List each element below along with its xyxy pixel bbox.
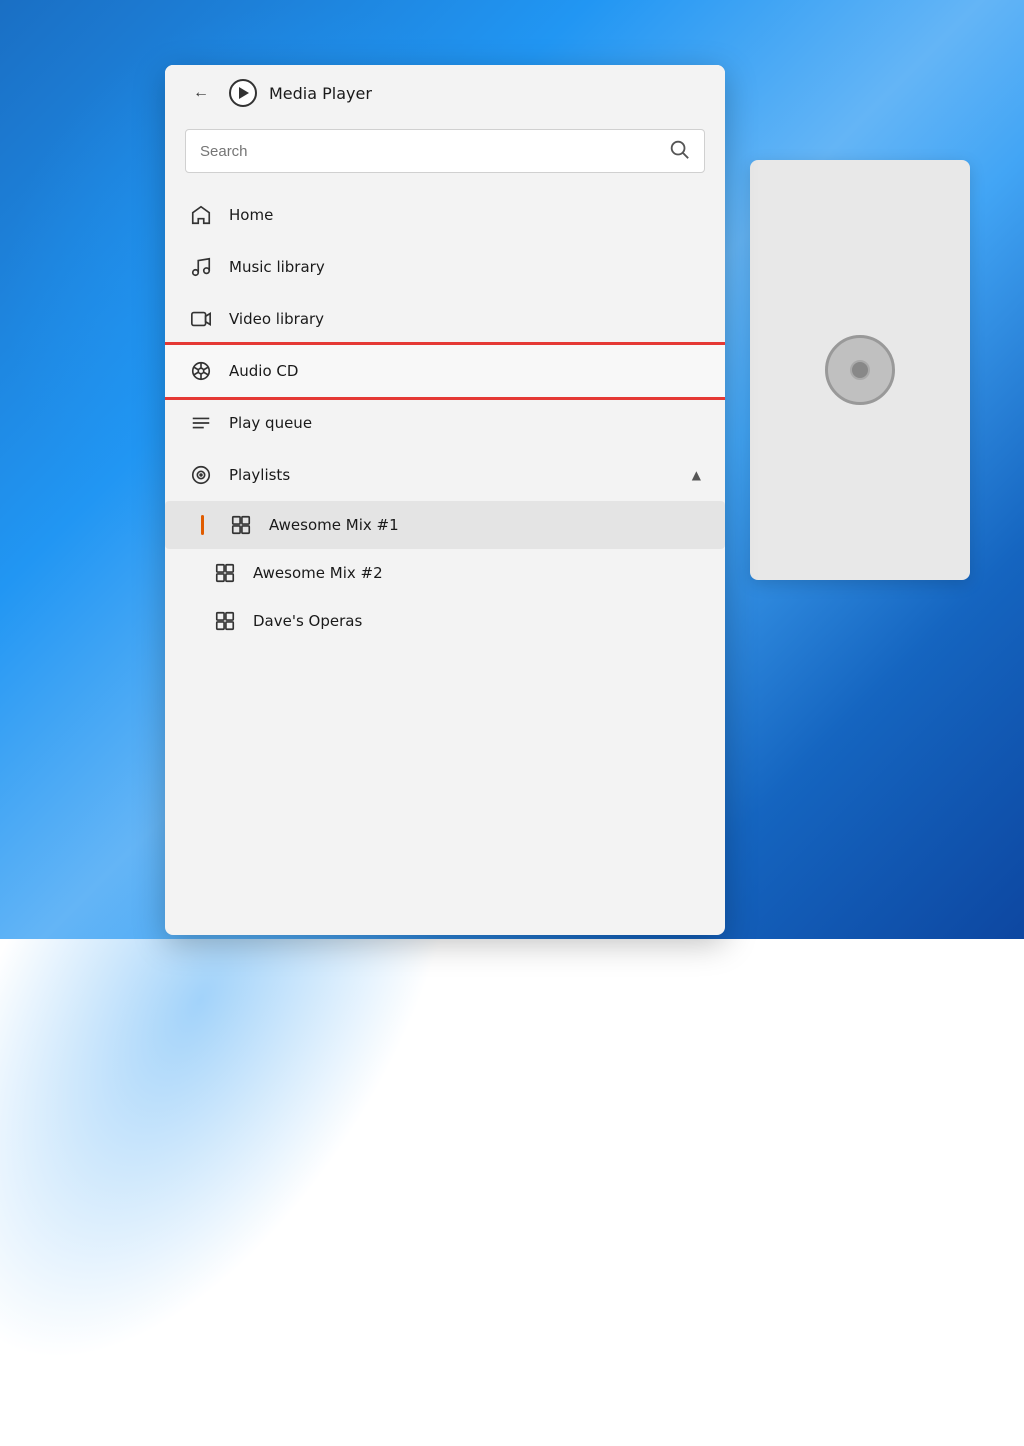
cd-icon: [189, 359, 213, 383]
playlist-item-awesome-mix-1[interactable]: Awesome Mix #1: [165, 501, 725, 549]
playlist-item-label-1: Awesome Mix #1: [269, 516, 399, 534]
playlist-item-awesome-mix-2[interactable]: Awesome Mix #2: [165, 549, 725, 597]
sidebar-item-play-queue[interactable]: Play queue: [173, 397, 717, 449]
search-container: [165, 121, 725, 189]
search-input[interactable]: [200, 143, 660, 160]
disc-center: [850, 360, 870, 380]
playlists-section: Playlists ▲ Awesome Mix #1: [165, 449, 725, 645]
right-panel: [750, 160, 970, 580]
playlist-item-label-2: Awesome Mix #2: [253, 564, 383, 582]
active-bar: [201, 515, 204, 535]
home-icon: [189, 203, 213, 227]
sidebar-item-play-queue-label: Play queue: [229, 414, 312, 432]
back-arrow-icon: ←: [193, 84, 209, 102]
playlist-item-icon-1: [229, 513, 253, 537]
playlist-item-daves-operas[interactable]: Dave's Operas: [165, 597, 725, 645]
sidebar-item-music-library[interactable]: Music library: [173, 241, 717, 293]
music-icon: [189, 255, 213, 279]
sidebar-item-audio-cd-label: Audio CD: [229, 362, 298, 380]
back-button[interactable]: ←: [185, 77, 217, 109]
app-title: Media Player: [269, 84, 372, 103]
playlist-item-icon-3: [213, 609, 237, 633]
app-logo: [229, 79, 257, 107]
playlists-header[interactable]: Playlists ▲: [165, 449, 725, 501]
sidebar-item-home-label: Home: [229, 206, 273, 224]
play-icon: [239, 87, 249, 99]
playlists-header-left: Playlists: [189, 463, 290, 487]
sidebar-item-video-library[interactable]: Video library: [173, 293, 717, 345]
media-player-panel: ← Media Player Home: [165, 65, 725, 935]
queue-icon: [189, 411, 213, 435]
playlist-item-label-3: Dave's Operas: [253, 612, 362, 630]
video-icon: [189, 307, 213, 331]
search-bar: [185, 129, 705, 173]
nav-list: Home Music library Video library: [165, 189, 725, 449]
playlist-item-icon-2: [213, 561, 237, 585]
sidebar-item-home[interactable]: Home: [173, 189, 717, 241]
playlists-label: Playlists: [229, 466, 290, 484]
sidebar-item-music-library-label: Music library: [229, 258, 325, 276]
sidebar-item-video-library-label: Video library: [229, 310, 324, 328]
disc-graphic: [825, 335, 895, 405]
sidebar-item-audio-cd[interactable]: Audio CD: [165, 345, 725, 397]
app-header: ← Media Player: [165, 65, 725, 121]
search-icon: [668, 138, 690, 164]
chevron-up-icon: ▲: [692, 468, 701, 482]
playlist-icon: [189, 463, 213, 487]
